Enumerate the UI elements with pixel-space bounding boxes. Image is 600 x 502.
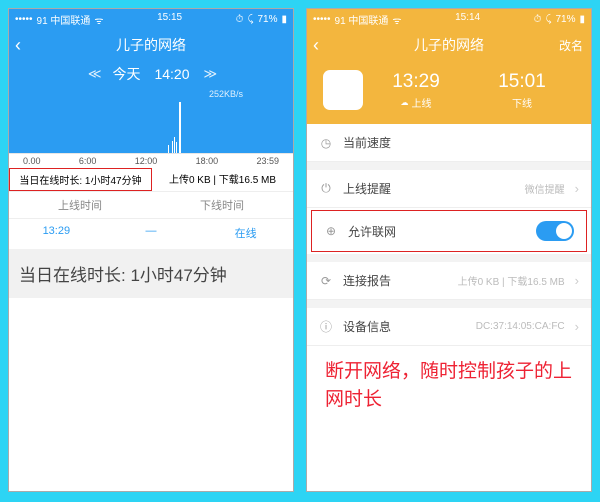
chart-xaxis: 0.00 6:00 12:00 18:00 23:59: [9, 153, 293, 168]
alarm-icon: ⏱: [534, 14, 542, 25]
row-connection-report[interactable]: ⟳ 连接报告 上传0 KB | 下载16.5 MB ›: [307, 262, 591, 300]
back-icon[interactable]: ‹: [15, 35, 21, 56]
wifi-icon: ᯤ: [94, 13, 103, 27]
statusbar-time: 15:14: [455, 12, 480, 27]
axis-tick: 0.00: [23, 156, 41, 166]
statusbar-time: 15:15: [157, 12, 182, 27]
chevron-right-icon: ›: [575, 273, 579, 288]
chevron-right-icon: ›: [575, 319, 579, 334]
row-value: 上传0 KB | 下载16.5 MB: [458, 273, 565, 288]
row-current-speed[interactable]: ◷ 当前速度: [307, 124, 591, 162]
rename-button[interactable]: 改名: [559, 37, 583, 54]
phone-right: ••••• 91 中国联通ᯤ 15:14 ⏱⤹ 71% ▮ ‹ 儿子的网络 改名 13…: [306, 8, 592, 492]
report-icon: ⟳: [319, 274, 333, 288]
lock-icon: ⤹: [247, 14, 253, 25]
offline-time: 15:01: [498, 71, 546, 93]
row-value: DC:37:14:05:CA:FC: [476, 321, 565, 332]
navbar-left: ‹ 儿子的网络: [9, 30, 293, 60]
online-time: 13:29: [392, 71, 440, 93]
alarm-icon: ⏱: [236, 14, 244, 25]
row-device-info[interactable]: ⓘ 设备信息 DC:37:14:05:CA:FC ›: [307, 308, 591, 346]
offline-block: 15:01 下线: [498, 71, 546, 110]
annotation-text: 断开网络，随时控制孩子的上网时长: [307, 346, 591, 425]
battery-icon: ▮: [281, 14, 287, 25]
date-label: 今天: [112, 64, 140, 84]
lock-icon: ⤹: [545, 14, 551, 25]
device-hero: 13:29 ☁上线 15:01 下线: [307, 60, 591, 124]
axis-tick: 23:59: [256, 156, 279, 166]
chevron-right-icon: ›: [575, 181, 579, 196]
phone-left: ••••• 91 中国联通ᯤ 15:15 ⏱⤹ 71% ▮ ‹ 儿子的网络 ≪ 今天 …: [8, 8, 294, 492]
back-icon[interactable]: ‹: [313, 35, 319, 56]
signal-icon: •••••: [15, 14, 33, 25]
row-label: 连接报告: [343, 272, 448, 289]
device-icon: [323, 70, 363, 110]
left-header: ••••• 91 中国联通ᯤ 15:15 ⏱⤹ 71% ▮ ‹ 儿子的网络 ≪ 今天 …: [9, 9, 293, 153]
carrier: 91 中国联通: [37, 12, 91, 27]
row-label: 当前速度: [343, 134, 579, 151]
axis-tick: 6:00: [79, 156, 97, 166]
session-table-row: 13:29 — 在线: [9, 219, 293, 247]
battery-icon: ▮: [579, 14, 585, 25]
signal-icon: •••••: [313, 14, 331, 25]
cloud-icon: ☁: [400, 98, 408, 107]
summary-bar: 当日在线时长: 1小时47分钟 上传0 KB | 下载16.5 MB: [9, 168, 293, 191]
prev-day-icon[interactable]: ≪: [88, 66, 99, 82]
battery-pct: 71%: [257, 14, 277, 25]
row-value: 微信提醒: [525, 181, 565, 196]
row-online-notify[interactable]: ⏻ 上线提醒 微信提醒 ›: [307, 170, 591, 208]
activity-chart: [9, 99, 293, 153]
page-title: 儿子的网络: [116, 35, 186, 55]
row-label: 允许联网: [348, 223, 526, 240]
offline-label: 下线: [512, 95, 532, 110]
page-title: 儿子的网络: [414, 35, 484, 55]
battery-pct: 71%: [555, 14, 575, 25]
statusbar-left: ••••• 91 中国联通ᯤ 15:15 ⏱⤹ 71% ▮: [9, 9, 293, 30]
session-on-time: 13:29: [9, 219, 104, 247]
big-duration-banner: 当日在线时长: 1小时47分钟: [9, 249, 293, 298]
gauge-icon: ◷: [319, 136, 333, 150]
carrier: 91 中国联通: [335, 12, 389, 27]
data-usage-summary: 上传0 KB | 下载16.5 MB: [152, 168, 293, 191]
online-label: 上线: [411, 95, 431, 110]
online-duration-summary: 当日在线时长: 1小时47分钟: [9, 168, 152, 191]
axis-tick: 12:00: [135, 156, 158, 166]
navbar-right: ‹ 儿子的网络 改名: [307, 30, 591, 60]
session-status: 在线: [198, 219, 293, 247]
settings-list: ◷ 当前速度 ⏻ 上线提醒 微信提醒 › ⊕ 允许联网 ⟳ 连接报告 上传0 K…: [307, 124, 591, 346]
date-time: 14:20: [154, 66, 189, 82]
statusbar-right: ••••• 91 中国联通ᯤ 15:14 ⏱⤹ 71% ▮: [307, 9, 591, 30]
axis-tick: 18:00: [196, 156, 219, 166]
col-offline: 下线时间: [151, 192, 293, 218]
current-speed: 252KB/s: [9, 89, 293, 99]
wifi-icon: ᯤ: [392, 13, 401, 27]
right-header: ••••• 91 中国联通ᯤ 15:14 ⏱⤹ 71% ▮ ‹ 儿子的网络 改名 13…: [307, 9, 591, 124]
date-selector: ≪ 今天 14:20 ≫: [9, 60, 293, 86]
col-online: 上线时间: [9, 192, 151, 218]
globe-icon: ⊕: [324, 224, 338, 238]
session-table-header: 上线时间 下线时间: [9, 191, 293, 219]
next-day-icon[interactable]: ≫: [204, 66, 215, 82]
allow-network-toggle[interactable]: [536, 221, 574, 241]
session-dash: —: [104, 219, 199, 247]
row-allow-network[interactable]: ⊕ 允许联网: [312, 211, 586, 251]
bell-icon: ⏻: [319, 181, 333, 196]
online-block: 13:29 ☁上线: [392, 71, 440, 110]
info-icon: ⓘ: [319, 318, 333, 335]
row-label: 设备信息: [343, 318, 466, 335]
row-label: 上线提醒: [343, 180, 515, 197]
